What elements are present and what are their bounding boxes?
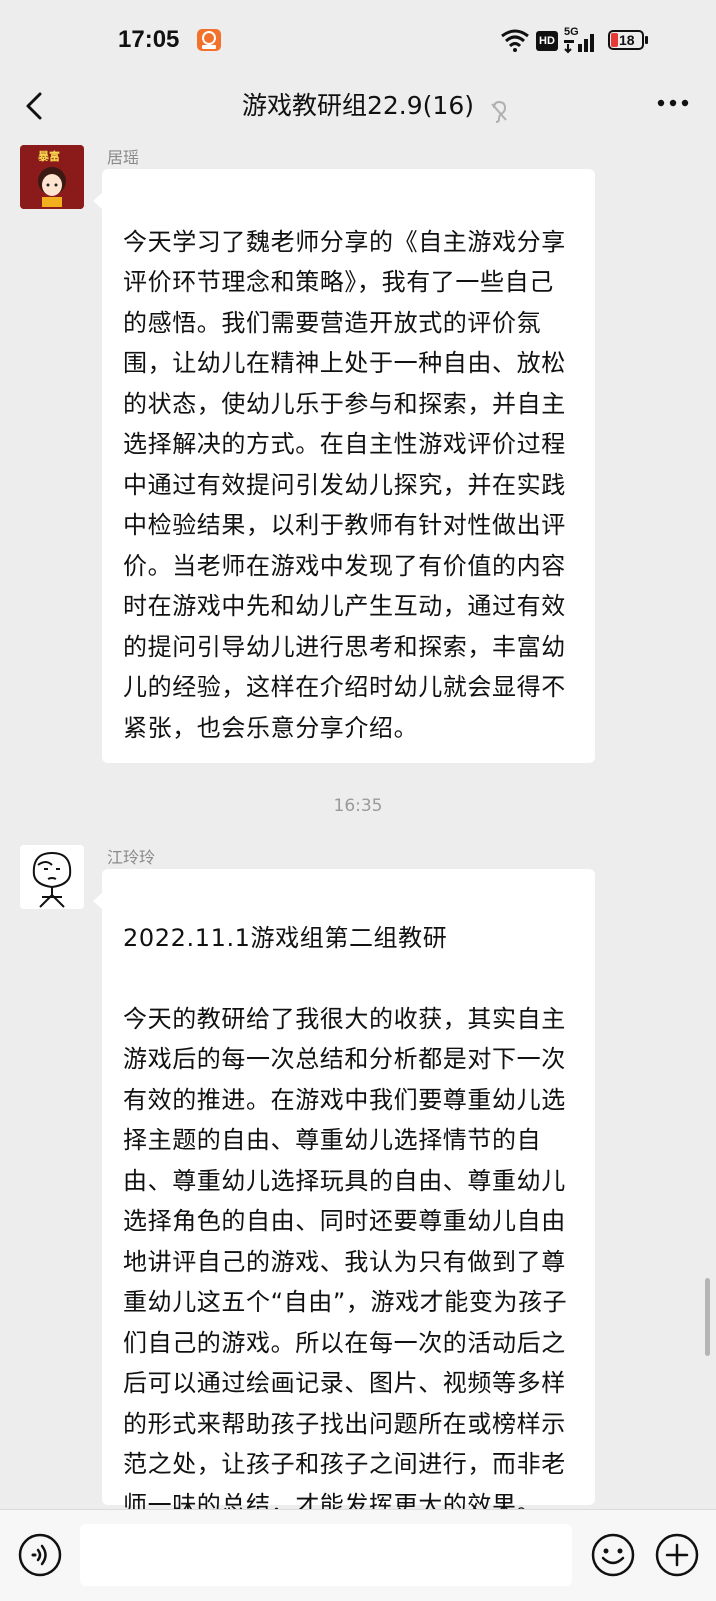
- hd-label: HD: [539, 35, 555, 47]
- message-bubble[interactable]: 2022.11.1游戏组第二组教研 今天的教研给了我很大的收获，其实自主游戏后的…: [93, 869, 595, 1519]
- message-text: 今天学习了魏老师分享的《自主游戏分享评价环节理念和策略》，我有了一些自己的感悟。…: [123, 227, 566, 742]
- status-time: 17:05: [118, 26, 180, 53]
- chat-title: 游戏教研组22.9(16): [242, 91, 474, 120]
- avatar[interactable]: [20, 845, 84, 909]
- battery-level: 18: [619, 32, 635, 48]
- wifi-icon: [500, 28, 530, 56]
- avatar-text: 暴富: [38, 150, 60, 163]
- message-input[interactable]: [80, 1524, 572, 1586]
- message-timestamp: 16:35: [333, 796, 383, 816]
- chat-header: 游戏教研组22.9(16): [0, 78, 716, 140]
- emoji-icon[interactable]: [591, 1533, 635, 1577]
- message-bubble[interactable]: 今天学习了魏老师分享的《自主游戏分享评价环节理念和策略》，我有了一些自己的感悟。…: [93, 169, 595, 763]
- input-bar: [0, 1509, 716, 1601]
- message-heading: 2022.11.1游戏组第二组教研: [123, 923, 448, 952]
- app-badge-icon: [197, 29, 221, 51]
- sender-name: 江玲玲: [107, 848, 156, 867]
- scrollbar[interactable]: [705, 1278, 710, 1356]
- chat-title-wrap: 游戏教研组22.9(16): [0, 86, 716, 126]
- sender-name: 居瑶: [107, 148, 140, 167]
- message-text: 今天的教研给了我很大的收获，其实自主游戏后的每一次总结和分析都是对下一次有效的推…: [123, 1004, 568, 1519]
- avatar[interactable]: 暴富: [20, 145, 84, 209]
- mute-ear-icon: [490, 96, 508, 136]
- plus-icon[interactable]: [655, 1533, 699, 1577]
- voice-icon[interactable]: [18, 1533, 62, 1577]
- battery-icon: 18: [608, 30, 648, 52]
- more-dots-icon[interactable]: [656, 94, 690, 107]
- hd-icon: HD: [536, 31, 558, 51]
- status-bar: 17:05 HD 5G 18: [0, 0, 716, 78]
